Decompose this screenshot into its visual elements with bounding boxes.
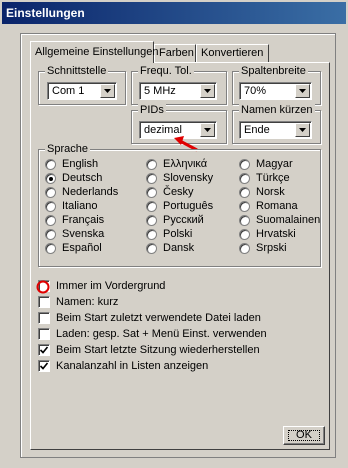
radio-button[interactable]	[146, 159, 157, 170]
radio-label: Français	[62, 214, 105, 226]
radio-label: Česky	[163, 186, 194, 198]
radio-label: Svenska	[62, 228, 105, 240]
radio-label: Romana	[256, 200, 298, 212]
radio-label: Slovensky	[163, 172, 214, 184]
checkbox-box[interactable]	[38, 360, 50, 372]
checkbox-box[interactable]	[38, 344, 50, 356]
radio-label: Español	[62, 242, 102, 254]
checkbox-label: Kanalanzahl in Listen anzeigen	[56, 360, 209, 372]
radio-button[interactable]	[45, 187, 56, 198]
checkbox-box[interactable]	[38, 328, 50, 340]
radio-button[interactable]	[45, 201, 56, 212]
radio-button[interactable]	[239, 229, 250, 240]
radio-button[interactable]	[239, 187, 250, 198]
radio-label: Norsk	[256, 186, 285, 198]
radio-label: Magyar	[256, 158, 293, 170]
radio-button[interactable]	[45, 215, 56, 226]
radio-label: Dansk	[163, 242, 195, 254]
radio-label: Italiano	[62, 200, 98, 212]
radio-label: Hrvatski	[256, 228, 296, 240]
radio-button[interactable]	[45, 159, 56, 170]
tab-allgemeine-einstellungen[interactable]: Allgemeine Einstellungen	[30, 41, 159, 63]
checkbox-box[interactable]	[38, 296, 50, 308]
checkmark-icon	[39, 346, 49, 354]
radio-button[interactable]	[239, 201, 250, 212]
checkmark-icon	[39, 362, 49, 370]
checkbox-box[interactable]	[38, 312, 50, 324]
radio-button[interactable]	[146, 243, 157, 254]
annotation-circle-icon	[36, 280, 50, 294]
radio-label: Srpski	[256, 242, 287, 254]
radio-button[interactable]	[239, 159, 250, 170]
radio-label: Polski	[163, 228, 193, 240]
radio-label: English	[62, 158, 99, 170]
checkbox-label: Immer im Vordergrund	[56, 280, 166, 292]
radio-button[interactable]	[146, 201, 157, 212]
radio-button[interactable]	[146, 173, 157, 184]
radio-label: Ελληνικά	[163, 158, 208, 170]
checkbox-label: Beim Start letzte Sitzung wiederherstell…	[56, 344, 260, 356]
radio-button[interactable]	[146, 187, 157, 198]
radio-button[interactable]	[146, 229, 157, 240]
radio-label: Русский	[163, 214, 204, 226]
checkbox-label: Laden: gesp. Sat + Menü Einst. verwenden	[56, 328, 267, 340]
settings-window: Einstellungen Allgemeine Einstellungen F…	[0, 0, 348, 468]
radio-button[interactable]	[45, 173, 56, 184]
radio-button[interactable]	[239, 215, 250, 226]
radio-label: Nederlands	[62, 186, 119, 198]
radio-button[interactable]	[146, 215, 157, 226]
radio-button[interactable]	[45, 243, 56, 254]
group-label: Sprache	[45, 143, 90, 155]
radio-button[interactable]	[239, 173, 250, 184]
ok-button[interactable]: OK	[283, 426, 325, 445]
checkbox-label: Beim Start zuletzt verwendete Datei lade…	[56, 312, 261, 324]
radio-label: Suomalainen	[256, 214, 321, 226]
radio-button[interactable]	[239, 243, 250, 254]
checkbox-label: Namen: kurz	[56, 296, 119, 308]
radio-button[interactable]	[45, 229, 56, 240]
radio-label: Deutsch	[62, 172, 103, 184]
radio-label: Português	[163, 200, 214, 212]
focus-rect	[288, 430, 320, 441]
radio-label: Türkçe	[256, 172, 290, 184]
tab-label: Allgemeine Einstellungen	[35, 46, 159, 58]
